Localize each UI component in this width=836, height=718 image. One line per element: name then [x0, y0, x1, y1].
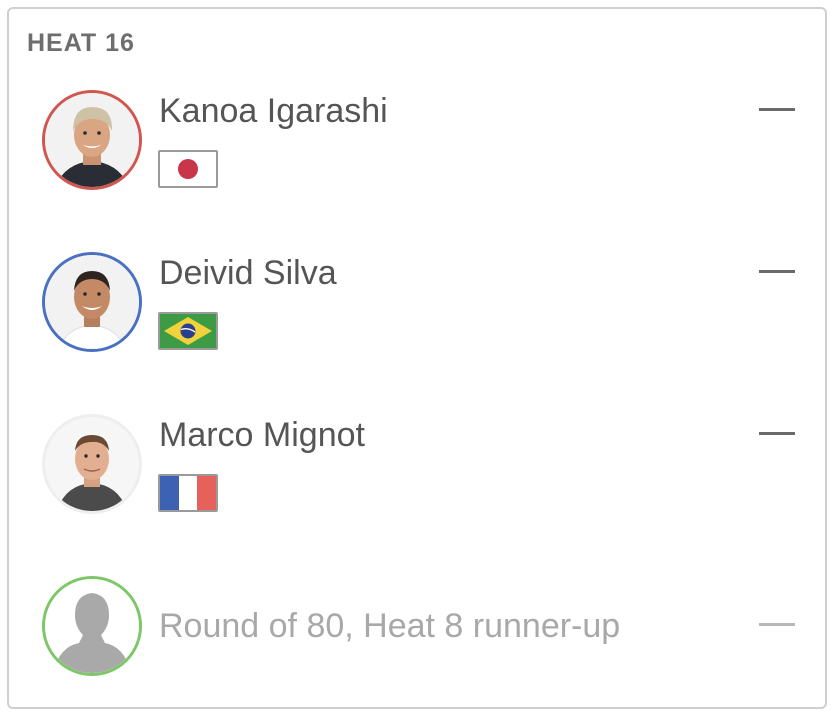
- athlete-row-deivid-silva[interactable]: Deivid Silva —: [9, 252, 825, 362]
- athlete-photo: [45, 417, 139, 511]
- heat-title: HEAT 16: [27, 29, 135, 57]
- athlete-name: Deivid Silva: [159, 254, 337, 292]
- athlete-photo: [45, 93, 139, 187]
- score-dash-icon: —: [759, 108, 795, 111]
- france-flag-icon: [158, 474, 218, 512]
- score-dash-icon: —: [759, 432, 795, 435]
- athlete-name: Kanoa Igarashi: [159, 92, 388, 130]
- person-silhouette-icon: [45, 579, 139, 673]
- athlete-avatar: [42, 576, 142, 676]
- athlete-name: Marco Mignot: [159, 416, 365, 454]
- score-dash-icon: —: [759, 270, 795, 273]
- athlete-row-marco-mignot[interactable]: Marco Mignot —: [9, 414, 825, 524]
- athlete-avatar: [42, 414, 142, 514]
- athlete-row-placeholder[interactable]: Round of 80, Heat 8 runner-up —: [9, 576, 825, 686]
- score-dash-icon: —: [759, 623, 795, 626]
- athlete-photo: [45, 255, 139, 349]
- brazil-flag-icon: [158, 312, 218, 350]
- athlete-avatar: [42, 252, 142, 352]
- japan-flag-icon: [158, 150, 218, 188]
- athlete-avatar: [42, 90, 142, 190]
- athlete-name-placeholder: Round of 80, Heat 8 runner-up: [159, 607, 621, 645]
- athlete-row-kanoa-igarashi[interactable]: Kanoa Igarashi —: [9, 90, 825, 200]
- heat-card: HEAT 16 Kanoa Igarashi —: [7, 7, 827, 709]
